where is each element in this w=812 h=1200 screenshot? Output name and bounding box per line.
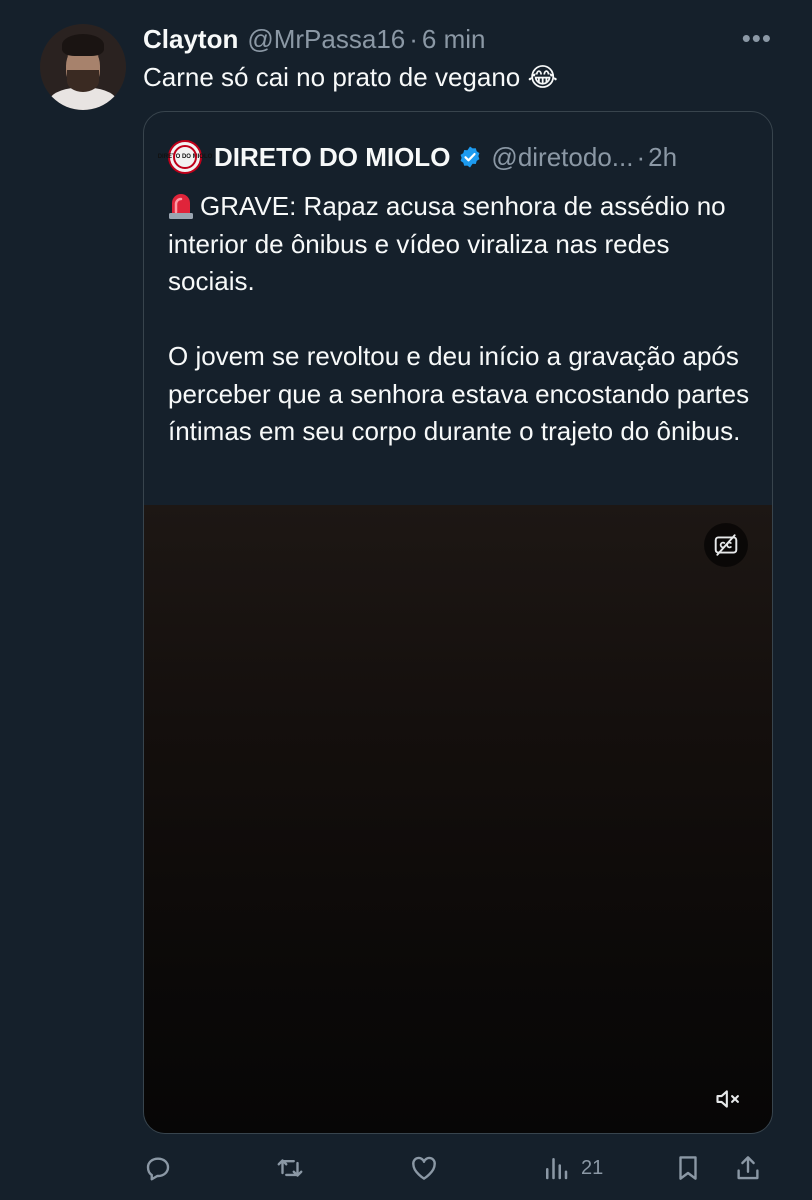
heart-icon <box>412 1156 436 1180</box>
quoted-author-handle[interactable]: @diretodo... <box>491 142 633 173</box>
tweet-timestamp[interactable]: 6 min <box>422 24 486 55</box>
author-handle[interactable]: @MrPassa16 <box>247 24 405 55</box>
quoted-paragraph-1: GRAVE: Rapaz acusa senhora de assédio no… <box>168 188 758 301</box>
quoted-author-name[interactable]: DIRETO DO MIOLO <box>214 142 450 173</box>
share-icon <box>737 1156 759 1180</box>
more-options-icon[interactable]: ••• <box>742 25 772 51</box>
bookmark-button[interactable] <box>673 1150 703 1186</box>
captions-off-glyph-icon <box>714 534 738 556</box>
avatar-hair <box>62 34 104 56</box>
quoted-tweet-text: GRAVE: Rapaz acusa senhora de assédio no… <box>168 188 758 451</box>
tweet-text: Carne só cai no prato de vegano 😂 <box>143 62 558 92</box>
tweet[interactable]: Clayton @MrPassa16 · 6 min ••• Carne só … <box>0 0 812 1200</box>
captions-off-icon[interactable] <box>704 523 748 567</box>
reply-icon <box>146 1157 170 1181</box>
retweet-icon <box>277 1159 303 1177</box>
quoted-header-separator: · <box>636 141 646 172</box>
tweet-header: Clayton @MrPassa16 · 6 min <box>143 22 486 56</box>
quoted-avatar[interactable]: DIRETO DO MIOLO <box>158 140 212 174</box>
tweet-actions: 21 <box>143 1150 775 1186</box>
bookmark-icon <box>679 1156 697 1180</box>
video-player[interactable] <box>144 505 772 1133</box>
views-icon <box>546 1158 568 1180</box>
like-button[interactable] <box>409 1150 439 1186</box>
verified-badge-icon <box>461 146 480 168</box>
muted-speaker-glyph-icon <box>716 1090 739 1108</box>
author-name[interactable]: Clayton <box>143 24 238 55</box>
share-button[interactable] <box>733 1150 763 1186</box>
quoted-tweet-header: DIRETO DO MIOLO DIRETO DO MIOLO @diretod… <box>158 140 677 174</box>
avatar-beard <box>67 70 99 92</box>
quoted-paragraph-1-text: GRAVE: Rapaz acusa senhora de assédio no… <box>168 191 726 296</box>
quoted-paragraph-2: O jovem se revoltou e deu início a grava… <box>168 341 750 446</box>
retweet-button[interactable] <box>275 1150 305 1186</box>
quoted-avatar-ring <box>173 145 197 169</box>
header-separator: · <box>409 23 418 54</box>
muted-speaker-icon[interactable] <box>710 1081 746 1117</box>
views-button[interactable]: 21 <box>541 1150 603 1186</box>
siren-emoji-icon <box>169 194 193 219</box>
reply-button[interactable] <box>143 1150 173 1186</box>
views-count: 21 <box>581 1156 604 1179</box>
quoted-tweet[interactable]: DIRETO DO MIOLO DIRETO DO MIOLO @diretod… <box>143 111 773 1134</box>
avatar[interactable] <box>40 24 126 110</box>
quoted-tweet-timestamp[interactable]: 2h <box>648 142 677 173</box>
